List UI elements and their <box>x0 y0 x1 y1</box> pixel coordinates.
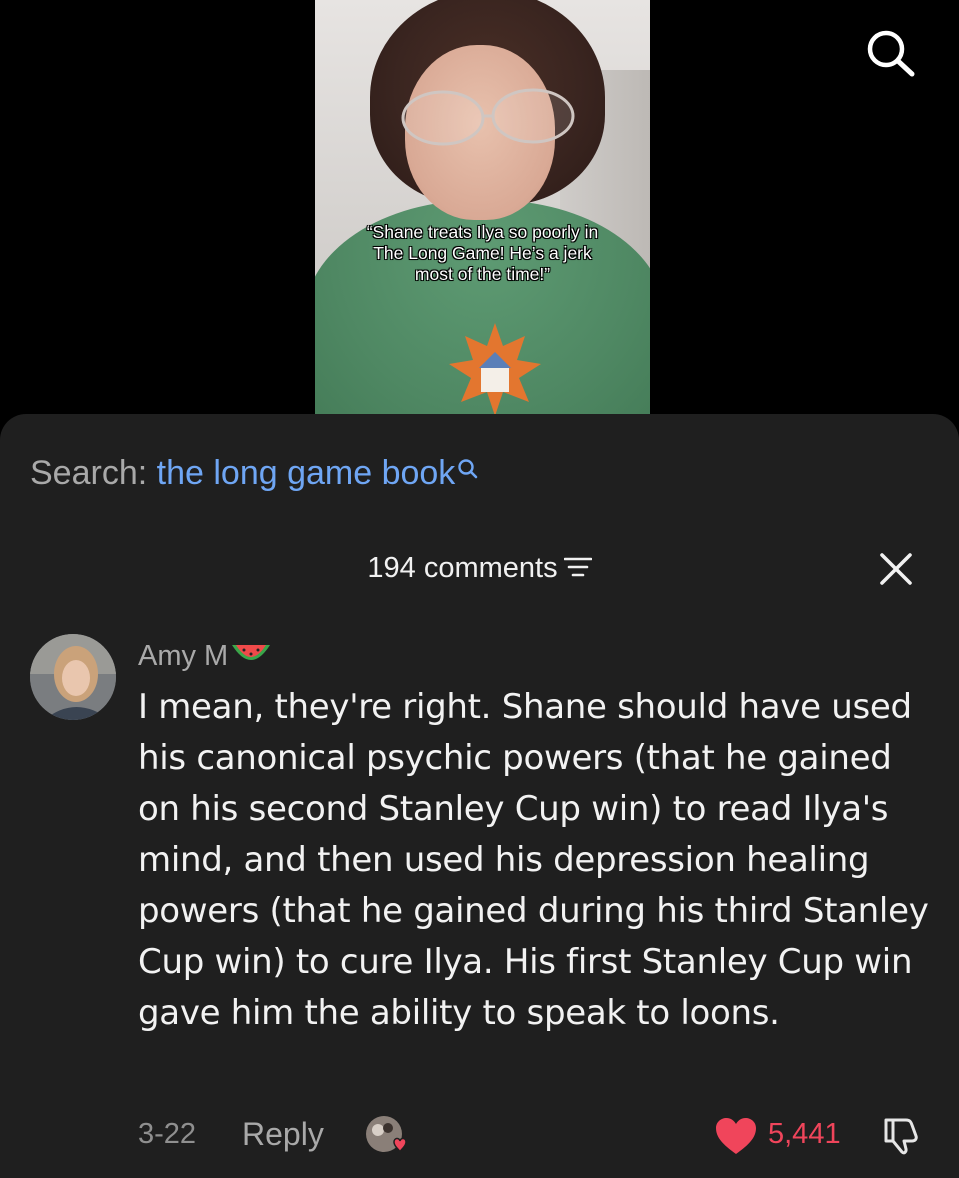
comment-actions: 3-22 Reply 5,441 <box>138 1114 938 1158</box>
comments-count: 194 comments <box>367 552 558 584</box>
comment-author[interactable]: Amy M <box>138 636 272 676</box>
reply-button[interactable]: Reply <box>242 1116 324 1153</box>
comment-text: I mean, they're right. Shane should have… <box>138 687 929 1033</box>
thumbs-down-icon[interactable] <box>880 1114 922 1156</box>
video-person-glasses <box>401 88 575 146</box>
heart-icon <box>716 1118 756 1154</box>
avatar-image <box>30 634 116 720</box>
video-caption-line: The Long Game! He’s a jerk <box>373 243 592 263</box>
search-query-link[interactable]: the long game book <box>157 454 456 492</box>
comments-sheet: Search: the long game book 194 comments <box>0 414 959 1178</box>
like-count: 5,441 <box>768 1118 841 1150</box>
creator-liked-avatar <box>366 1116 407 1153</box>
author-name: Amy M <box>138 640 229 672</box>
sweater-leaf-graphic <box>449 323 541 414</box>
comments-header: 194 comments <box>0 548 959 588</box>
search-icon <box>458 459 478 479</box>
comment-date: 3-22 <box>138 1118 197 1150</box>
avatar[interactable] <box>30 634 116 720</box>
close-icon[interactable] <box>878 551 914 587</box>
search-suggestion[interactable]: Search: the long game book <box>30 454 479 493</box>
search-label: Search: <box>30 454 148 492</box>
video-caption-line: most of the time!” <box>414 264 551 284</box>
video-caption: “Shane treats Ilya so poorly in The Long… <box>315 222 650 285</box>
sort-lines-icon[interactable] <box>563 555 592 579</box>
search-icon[interactable] <box>862 28 918 78</box>
video-player[interactable]: “Shane treats Ilya so poorly in The Long… <box>315 0 650 414</box>
app-screen: “Shane treats Ilya so poorly in The Long… <box>0 0 959 1178</box>
video-caption-line: “Shane treats Ilya so poorly in <box>366 222 599 242</box>
watermelon-icon <box>232 645 271 661</box>
